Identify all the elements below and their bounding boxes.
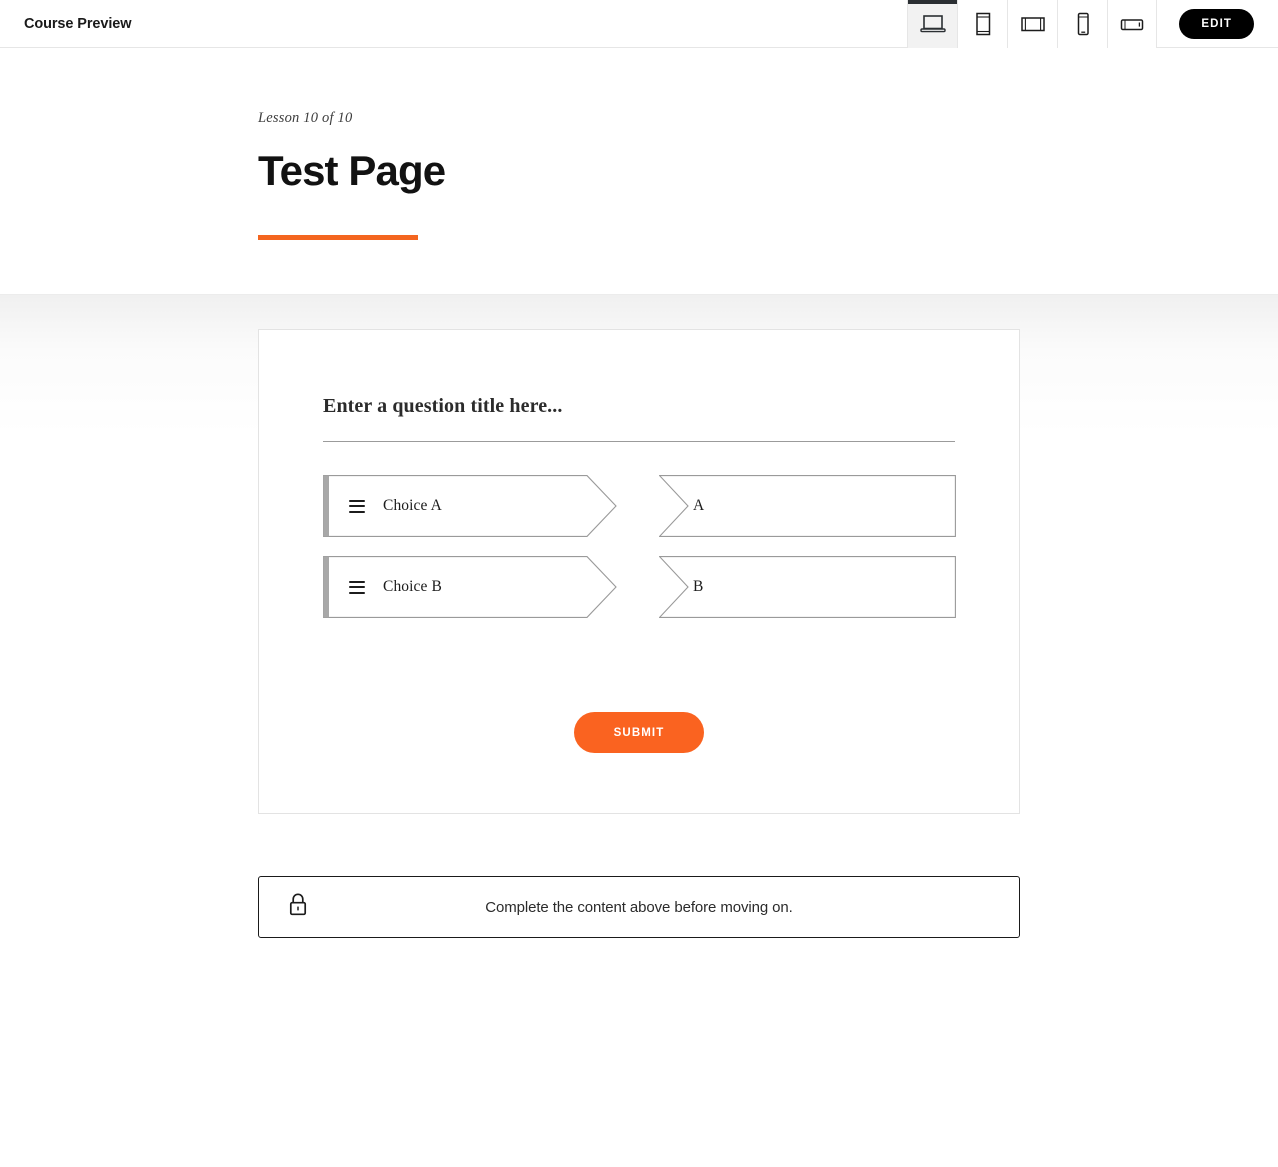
lesson-header: Lesson 10 of 10 Test Page [0,48,1278,295]
drop-target-label: A [693,497,705,514]
tablet-portrait-icon [973,12,993,36]
drag-handle-icon[interactable] [349,580,365,594]
row-gap [616,475,659,537]
device-button-tablet-landscape[interactable] [1007,0,1058,48]
mobile-landscape-icon [1119,16,1145,32]
row-gap [616,556,659,618]
submit-wrap: SUBMIT [323,712,955,753]
submit-button[interactable]: SUBMIT [573,712,705,753]
locked-content-bar: Complete the content above before moving… [258,876,1020,938]
drop-target-inner: A [659,475,955,537]
device-preview-group [907,0,1158,48]
drop-target[interactable]: A [659,475,955,537]
question-title-divider [323,441,955,442]
lesson-header-inner: Lesson 10 of 10 Test Page [258,110,1020,241]
lock-icon [287,892,309,923]
device-button-desktop[interactable] [907,0,958,48]
mobile-portrait-icon [1075,12,1091,36]
choice-inner: Choice B [323,556,442,618]
drop-target-label: B [693,578,704,595]
choice-label: Choice A [383,497,442,514]
drop-target-inner: B [659,556,955,618]
device-button-tablet-portrait[interactable] [957,0,1008,48]
top-bar: Course Preview EDIT [0,0,1278,48]
drop-target[interactable]: B [659,556,955,618]
choice-item[interactable]: Choice A [323,475,616,537]
matching-row: Choice A A [323,475,955,537]
lesson-counter: Lesson 10 of 10 [258,110,353,126]
title-accent-rule [258,235,418,241]
matching-grid: Choice A A Choice B B [323,475,955,618]
lesson-body: Enter a question title here... Choice A A… [0,295,1278,1167]
question-title: Enter a question title here... [323,395,563,417]
question-card: Enter a question title here... Choice A A… [258,329,1020,814]
edit-button[interactable]: EDIT [1179,8,1254,39]
desktop-icon [920,14,946,34]
topbar-right: EDIT [907,0,1278,48]
device-button-mobile-landscape[interactable] [1107,0,1158,48]
app-title: Course Preview [24,15,132,32]
tablet-landscape-icon [1020,14,1046,34]
edit-button-wrap: EDIT [1157,8,1278,39]
matching-row: Choice B B [323,556,955,618]
page-title: Test Page [258,147,446,194]
choice-item[interactable]: Choice B [323,556,616,618]
choice-label: Choice B [383,578,442,595]
device-button-mobile-portrait[interactable] [1057,0,1108,48]
drag-handle-icon[interactable] [349,499,365,513]
choice-inner: Choice A [323,475,442,537]
locked-message: Complete the content above before moving… [485,898,793,916]
